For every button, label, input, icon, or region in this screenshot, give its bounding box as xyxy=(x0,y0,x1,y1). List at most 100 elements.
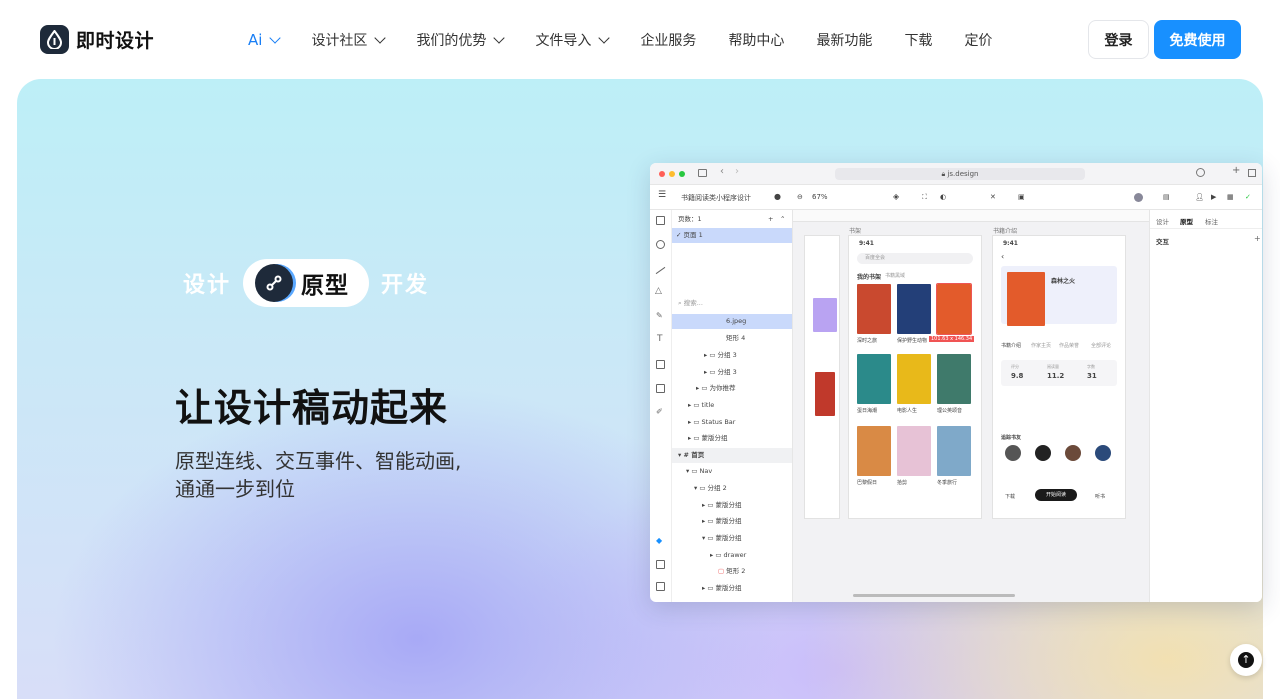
brush-tool-icon[interactable]: ✐ xyxy=(656,407,663,416)
start-reading-button: 开始阅读 xyxy=(1035,489,1077,501)
layer-row[interactable]: 矩形 4 xyxy=(672,331,792,346)
frame-label: 书籍介绍 xyxy=(993,228,1018,235)
layer-row[interactable]: ▸ ▭ drawer xyxy=(672,548,792,563)
phone-time: 9:41 xyxy=(859,240,874,247)
arrow-up-icon: ↑ xyxy=(1238,652,1254,668)
nav-item-pricing[interactable]: 定价 xyxy=(964,30,992,50)
layer-row[interactable]: ▸ ▭ 蒙版分组 xyxy=(672,581,792,596)
tab-prototype[interactable]: 原型 xyxy=(1180,216,1193,226)
nav-item-download[interactable]: 下载 xyxy=(904,30,932,50)
layer-label: drawer xyxy=(723,551,747,559)
properties-panel: 设计 原型 标注 交互 + xyxy=(1149,210,1262,602)
layer-label: 分组 2 xyxy=(707,484,727,492)
rect-tool-icon[interactable] xyxy=(656,216,665,225)
phone-frame-shelf: 9:41 百度全会 我的书架 书籍黑域 深时之旅 保护野生动物 101.63 x… xyxy=(849,236,981,518)
horizontal-ruler xyxy=(793,210,1149,222)
check-icon: ✓ xyxy=(1245,193,1251,201)
nav-item-file-import[interactable]: 文件导入 xyxy=(535,30,611,50)
login-button[interactable]: 登录 xyxy=(1088,20,1149,59)
avatar xyxy=(1005,445,1021,461)
comment-icon: ● xyxy=(774,192,781,201)
nav-item-new-features[interactable]: 最新功能 xyxy=(816,30,872,50)
layer-label: 6.jpeg xyxy=(726,317,747,325)
ellipse-tool-icon[interactable] xyxy=(656,240,665,249)
layer-row[interactable]: ▾ ▭ 分组 2 xyxy=(672,481,792,496)
polygon-tool-icon[interactable]: △ xyxy=(655,286,662,296)
layer-row[interactable]: ▸ ▭ 分组 3 xyxy=(672,348,792,363)
pages-header: 页数：1 + ⌃ xyxy=(672,212,792,227)
layer-label: Nav xyxy=(699,467,713,475)
zoom-dot-icon xyxy=(679,171,685,177)
nav-item-advantages[interactable]: 我们的优势 xyxy=(416,30,506,50)
rect-icon: ▢ xyxy=(718,567,725,575)
layer-row[interactable]: ▸ ▭ 为你推荐 xyxy=(672,381,792,396)
zoom-out-icon: ⊖ xyxy=(797,193,803,201)
page-row[interactable]: ✓ 页面 1 xyxy=(672,228,792,243)
mask-icon: ▣ xyxy=(1018,193,1025,201)
plugins-icon[interactable] xyxy=(656,582,665,591)
nav-label: 我们的优势 xyxy=(416,33,487,49)
brand-logo[interactable]: 即时设计 xyxy=(40,25,154,54)
nav-item-help[interactable]: 帮助中心 xyxy=(728,30,784,50)
layer-label: 蒙版分组 xyxy=(715,534,742,542)
stat-value: 9.8 xyxy=(1011,372,1024,380)
text-tool-icon[interactable]: T xyxy=(657,334,663,344)
tab-design[interactable]: 设计 xyxy=(1156,216,1169,226)
tab-divider xyxy=(1150,228,1262,229)
nav-label: 定价 xyxy=(964,33,993,49)
library-icon: ▤ xyxy=(1163,193,1170,201)
detail-tab: 作家主页 xyxy=(1031,343,1052,349)
nav-label: 设计社区 xyxy=(311,33,368,49)
scroll-top-button[interactable]: ↑ xyxy=(1230,644,1262,676)
phone-frame-detail: 9:41 ‹ 森林之火 书籍介绍 作家主页 作品荣誉 全部评论 评分 9.8 阅… xyxy=(993,236,1125,518)
menu-icon: ☰ xyxy=(658,190,667,200)
nav-item-enterprise[interactable]: 企业服务 xyxy=(640,30,696,50)
listen-action: 听书 xyxy=(1095,494,1106,500)
share-icon: 👤︎ xyxy=(1195,193,1204,201)
line-tool-icon[interactable] xyxy=(655,266,666,275)
collapse-icon[interactable]: ⌃ xyxy=(780,212,785,227)
frame-tool-icon: ⛶ xyxy=(922,193,927,201)
layer-row[interactable]: ▸ ▭ title xyxy=(672,398,792,413)
free-trial-button[interactable]: 免费使用 xyxy=(1154,20,1241,59)
detail-tab: 作品荣誉 xyxy=(1059,343,1080,349)
image-tool-icon[interactable] xyxy=(656,360,665,369)
chevron-down-icon xyxy=(598,31,611,44)
nav-item-ai[interactable]: Ai xyxy=(248,31,282,49)
search-hint: 百度全会 xyxy=(865,255,886,261)
slice-tool-icon[interactable] xyxy=(656,384,665,393)
add-page-icon[interactable]: + xyxy=(768,212,773,227)
book-title: 理公英颂音 xyxy=(937,408,963,414)
nav-item-community[interactable]: 设计社区 xyxy=(311,30,387,50)
layer-row[interactable]: ▾ ▭ Nav xyxy=(672,464,792,479)
add-interaction-icon[interactable]: + xyxy=(1254,234,1261,243)
book-cover xyxy=(857,354,891,404)
layer-row[interactable]: ▾ ▭ 蒙版分组 xyxy=(672,531,792,546)
layer-search-input[interactable]: ⌕ 搜索... xyxy=(672,296,792,311)
layer-row[interactable]: ▸ ▭ 蒙版分组 xyxy=(672,514,792,529)
layer-row[interactable]: ▢ 矩形 2 xyxy=(672,564,792,579)
url-text: js.design xyxy=(947,170,979,178)
stat-label: 字数 xyxy=(1087,364,1095,369)
stat-label: 阅读量 xyxy=(1047,364,1059,369)
hero-subline: 原型连线、交互事件、智能动画,通通一步到位 xyxy=(175,449,462,501)
layer-row[interactable]: ▸ ▭ Status Bar xyxy=(672,415,792,430)
tools-icon: ✕ xyxy=(990,193,996,201)
tab-inspect[interactable]: 标注 xyxy=(1205,216,1218,226)
book-title: 冬季旅行 xyxy=(937,480,958,486)
layer-row[interactable]: ▾ # 首页 xyxy=(672,448,792,463)
pen-tool-icon[interactable]: ✎ xyxy=(656,311,663,320)
layer-row[interactable]: ▸ ▭ 分组 3 xyxy=(672,365,792,380)
assets-icon[interactable] xyxy=(656,560,665,569)
layer-row[interactable]: 6.jpeg xyxy=(672,314,792,329)
layer-row[interactable]: ▸ ▭ 蒙版分组 xyxy=(672,431,792,446)
design-canvas[interactable]: 书架 书籍介绍 9:41 百度全会 我的书架 书籍黑域 深时之旅 保护野生动物 … xyxy=(793,210,1149,602)
detail-title: 森林之火 xyxy=(1051,278,1076,285)
layer-label: 为你推荐 xyxy=(709,384,736,392)
book-title: 巴黎假日 xyxy=(857,480,878,486)
shelf-tab: 我的书架 xyxy=(857,274,882,281)
layer-label: 蒙版分组 xyxy=(715,584,742,592)
layers-icon[interactable]: ◆ xyxy=(656,536,662,545)
canvas-scrollbar[interactable] xyxy=(853,594,1015,597)
layer-row[interactable]: ▸ ▭ 蒙版分组 xyxy=(672,498,792,513)
